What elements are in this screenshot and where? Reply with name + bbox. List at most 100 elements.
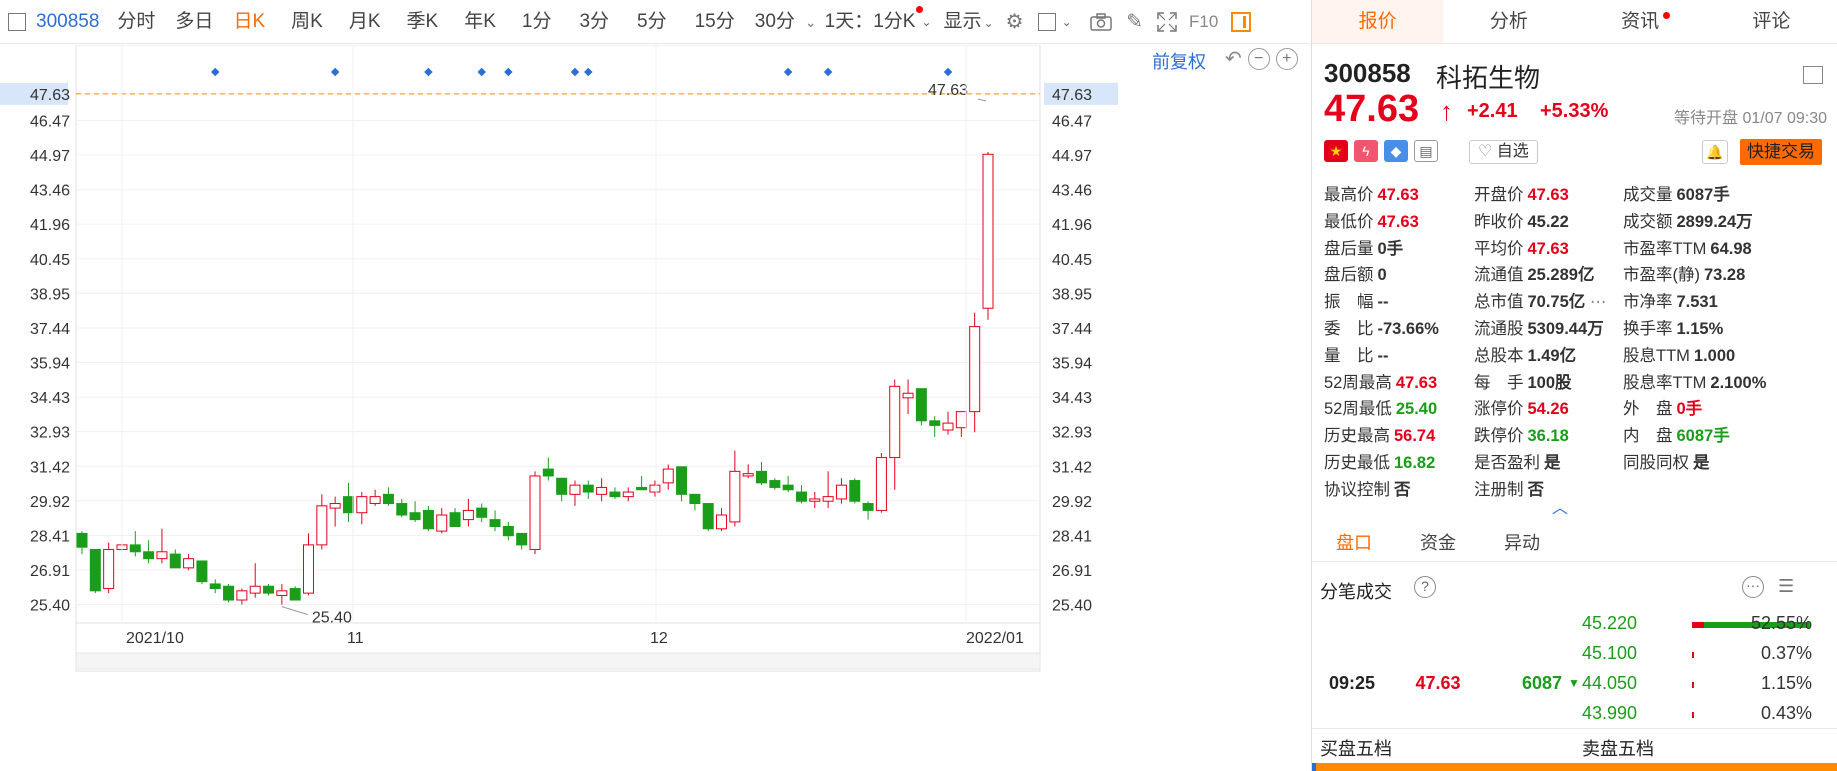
square-tool-icon[interactable]: [1034, 0, 1060, 44]
heart-icon: ♡: [1478, 143, 1493, 160]
dist-pct: 1.15%: [1760, 673, 1812, 693]
tab-month-k[interactable]: 月K: [349, 0, 381, 44]
fenbi-title: 分笔成交: [1320, 582, 1392, 602]
stat-value: 1.15%: [1676, 319, 1724, 338]
stat-cell: 昨收价 45.22: [1474, 209, 1623, 236]
stat-cell: 注册制否: [1474, 477, 1623, 504]
candle-body: [76, 532, 88, 548]
candle-body: [609, 491, 621, 498]
chevron-down-icon[interactable]: ⌄: [805, 0, 817, 44]
stat-value: 2899.24万: [1676, 212, 1753, 231]
price-change: +2.41: [1467, 100, 1518, 122]
tab-3min[interactable]: 3分: [579, 0, 609, 44]
panel-toggle-icon[interactable]: [1228, 0, 1254, 44]
stat-label: 外 盘: [1623, 400, 1673, 419]
add-watchlist-button[interactable]: ♡ 自选: [1469, 140, 1538, 164]
gear-icon[interactable]: ⚙: [1002, 0, 1028, 44]
fullscreen-icon[interactable]: [1154, 0, 1180, 44]
tab-fenshi[interactable]: 分时: [117, 0, 155, 44]
tab-duori[interactable]: 多日: [175, 0, 213, 44]
display-menu[interactable]: 显示 ⌄: [944, 0, 994, 44]
pencil-icon[interactable]: ✎: [1122, 0, 1148, 44]
tab-year-k[interactable]: 年K: [464, 0, 496, 44]
candle-body: [329, 503, 341, 509]
y-tick-label-left: 35.94: [30, 355, 70, 372]
y-tick-label-left: 28.41: [30, 528, 70, 545]
y-tick-label-right: 31.42: [1052, 459, 1092, 476]
stat-label: 最低价: [1324, 212, 1374, 231]
stat-cell: 盘后额 0: [1324, 262, 1474, 289]
stat-label: 跌停价: [1474, 427, 1524, 446]
dist-row: 45.100 0.37%: [1312, 638, 1837, 668]
period-select-label: 1天：1分K: [824, 10, 916, 32]
candle-body: [462, 509, 474, 521]
lightning-icon[interactable]: ϟ: [1354, 140, 1378, 162]
candle-body: [516, 532, 528, 546]
stat-cell: 成交额 2899.24万: [1623, 209, 1823, 236]
tab-news[interactable]: 资讯: [1575, 0, 1706, 43]
tab-5min[interactable]: 5分: [637, 0, 667, 44]
stat-value: 0手: [1377, 239, 1404, 258]
chevron-down-icon[interactable]: ⌄: [1062, 15, 1072, 29]
sell-five-label: 卖盘五档: [1582, 739, 1654, 759]
tab-quote[interactable]: 报价: [1312, 0, 1444, 43]
menu-icon[interactable]: [1803, 66, 1823, 84]
stat-cell: 股息率TTM 2.100%: [1623, 370, 1823, 397]
tag-icon[interactable]: ◆: [1384, 140, 1408, 162]
list-icon[interactable]: ☰: [1778, 576, 1794, 597]
tab-yidong[interactable]: 异动: [1480, 524, 1564, 561]
bell-icon[interactable]: 🔔: [1702, 140, 1728, 164]
more-dots-icon[interactable]: ⋯: [1585, 293, 1607, 311]
stat-label: 每 手: [1474, 373, 1524, 392]
toolbar-stock-code[interactable]: 300858: [36, 0, 99, 44]
quick-trade-button[interactable]: 快捷交易: [1740, 139, 1822, 165]
tab-season-k[interactable]: 季K: [407, 0, 439, 44]
stat-cell: 平均价 47.63: [1474, 236, 1623, 263]
tab-week-k[interactable]: 周K: [291, 0, 323, 44]
candle-body: [702, 503, 714, 530]
collapse-chevron-icon[interactable]: ︿: [1552, 494, 1568, 518]
candle-body: [303, 544, 314, 594]
sidebar-toggle-icon[interactable]: [8, 12, 26, 31]
y-tick-label-right: 38.95: [1052, 286, 1092, 303]
candle-body: [382, 493, 394, 505]
stats-row: 振 幅 -- 总市值 70.75亿 ⋯ 市净率 7.531: [1324, 289, 1834, 316]
candle-body: [316, 505, 328, 546]
help-icon[interactable]: ?: [1414, 576, 1436, 598]
dist-row: 45.220 52.55%: [1312, 608, 1837, 638]
stat-cell: 开盘价 47.63: [1474, 182, 1623, 209]
more-icon[interactable]: ···: [1742, 576, 1764, 598]
period-select[interactable]: 1天：1分K: [824, 0, 924, 44]
candle-body: [622, 491, 634, 498]
tab-day-k[interactable]: 日K: [233, 0, 265, 44]
kline-chart[interactable]: 47.63 47.63 46.47 46.47 44.97 44.97 43.46 43.46…: [0, 45, 1310, 771]
stats-row: 52周最低 25.40 涨停价 54.26 外 盘 0手: [1324, 396, 1834, 423]
candle-body: [915, 388, 927, 422]
candle-body: [356, 496, 368, 514]
tab-pankou[interactable]: 盘口: [1312, 524, 1396, 561]
chart-toolbar: 300858 分时 多日 日K 周K 月K 季K 年K 1分 3分 5分 15分…: [0, 0, 1310, 44]
camera-icon[interactable]: [1088, 0, 1114, 44]
tab-1min[interactable]: 1分: [522, 0, 552, 44]
tab-15min[interactable]: 15分: [695, 0, 735, 44]
note-icon[interactable]: ▤: [1414, 140, 1438, 162]
stat-label: 市盈率(静): [1623, 266, 1700, 285]
stat-label: 市盈率TTM: [1623, 239, 1707, 258]
stat-value: 否: [1527, 480, 1545, 499]
candle-body: [169, 553, 181, 569]
tab-analysis[interactable]: 分析: [1443, 0, 1574, 43]
candle-body: [542, 468, 554, 477]
tab-zijin[interactable]: 资金: [1396, 524, 1480, 561]
y-tick-label-left: 46.47: [30, 114, 70, 131]
f10-icon[interactable]: F10: [1188, 0, 1220, 44]
stat-cell: 最低价 47.63: [1324, 209, 1474, 236]
stat-label: 是否盈利: [1474, 453, 1540, 472]
tab-30min[interactable]: 30分: [755, 0, 795, 44]
candle-body: [596, 486, 608, 495]
dist-price: 43.990: [1581, 703, 1637, 723]
tab-comments[interactable]: 评论: [1706, 0, 1837, 43]
stat-value: 0: [1377, 266, 1387, 285]
y-tick-label-right: 43.46: [1052, 183, 1092, 200]
plot-frame: [75, 45, 1041, 672]
chevron-down-icon[interactable]: ⌄: [921, 0, 931, 44]
